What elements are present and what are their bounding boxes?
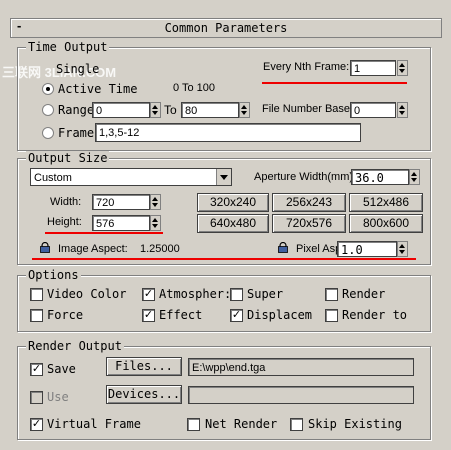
render-output-title: Render Output <box>26 339 124 353</box>
annotation-underline-nth <box>262 82 407 84</box>
annotation-underline-height <box>45 232 163 234</box>
single-label: Single <box>56 62 100 76</box>
virtual-frame-label: Virtual Frame <box>47 417 141 431</box>
chevron-down-icon[interactable] <box>216 169 231 185</box>
aperture-field[interactable]: 36.0 <box>351 169 409 185</box>
active-time-label: Active Time <box>58 82 138 96</box>
file-number-base-field[interactable]: 0 <box>350 102 396 118</box>
range-to-field[interactable]: 80 <box>181 102 239 118</box>
use-label: Use <box>47 390 69 404</box>
options-title: Options <box>26 268 81 282</box>
aperture-spinner[interactable] <box>409 169 420 185</box>
option-label: Video Color <box>47 287 127 301</box>
lock-icon[interactable] <box>40 242 50 253</box>
active-time-radio[interactable] <box>42 83 54 95</box>
use-checkbox[interactable] <box>30 391 43 404</box>
skip-existing-label: Skip Existing <box>308 417 402 431</box>
time-output-title: Time Output <box>26 40 110 54</box>
frames-field[interactable]: 1,3,5-12 <box>95 123 361 142</box>
range-to-label: To <box>164 103 177 117</box>
height-spinner[interactable] <box>150 215 161 231</box>
option-label: Super <box>247 287 284 301</box>
width-label: Width: <box>50 196 82 208</box>
aperture-label: Aperture Width(mm): <box>254 171 357 183</box>
every-nth-spinner[interactable] <box>397 60 408 76</box>
save-label: Save <box>47 362 76 376</box>
devices-button[interactable]: Devices... <box>106 385 182 404</box>
height-label: Height: <box>47 216 82 228</box>
preset-640x480-button[interactable]: 640x480 <box>197 214 269 233</box>
rollout-title: Common Parameters <box>164 21 288 35</box>
preset-720x576-button[interactable]: 720x576 <box>272 214 346 233</box>
range-to-spinner[interactable] <box>239 102 250 118</box>
image-aspect-label: Image Aspect: <box>58 243 128 255</box>
preset-256x243-button[interactable]: 256x243 <box>272 193 346 212</box>
preset-value: Custom <box>34 172 72 184</box>
option-label: Render <box>342 287 386 301</box>
preset-512x486-button[interactable]: 512x486 <box>349 193 423 212</box>
lock-icon[interactable] <box>278 242 288 253</box>
option-checkbox[interactable] <box>325 309 338 322</box>
range-from-field[interactable]: 0 <box>92 102 150 118</box>
option-label: Render to <box>342 308 408 322</box>
image-aspect-value: 1.25000 <box>140 243 180 255</box>
option-label: Displacem <box>247 308 313 322</box>
option-checkbox[interactable] <box>325 288 338 301</box>
option-label: Force <box>47 308 84 322</box>
option-checkbox[interactable]: ✓ <box>142 288 155 301</box>
output-size-title: Output Size <box>26 151 110 165</box>
file-number-base-spinner[interactable] <box>397 102 408 118</box>
virtual-frame-checkbox[interactable]: ✓ <box>30 418 43 431</box>
save-checkbox[interactable]: ✓ <box>30 363 43 376</box>
files-button[interactable]: Files... <box>106 357 182 376</box>
preset-800x600-button[interactable]: 800x600 <box>349 214 423 233</box>
every-nth-field[interactable]: 1 <box>350 60 396 76</box>
options-group: Options <box>17 268 431 332</box>
width-field[interactable]: 720 <box>92 194 150 210</box>
option-checkbox[interactable] <box>30 309 43 322</box>
active-time-range: 0 To 100 <box>173 82 216 94</box>
option-checkbox[interactable]: ✓ <box>142 309 155 322</box>
device-field <box>188 386 414 404</box>
frames-radio[interactable] <box>42 127 54 139</box>
rollout-header[interactable]: - Common Parameters <box>10 18 442 38</box>
skip-existing-checkbox[interactable] <box>290 418 303 431</box>
every-nth-label: Every Nth Frame: <box>263 61 350 73</box>
option-checkbox[interactable]: ✓ <box>230 309 243 322</box>
height-field[interactable]: 576 <box>92 215 150 231</box>
option-checkbox[interactable] <box>230 288 243 301</box>
net-render-label: Net Render <box>205 417 278 431</box>
output-size-preset-select[interactable]: Custom <box>30 168 232 186</box>
width-spinner[interactable] <box>150 194 161 210</box>
range-from-spinner[interactable] <box>150 102 161 118</box>
preset-320x240-button[interactable]: 320x240 <box>197 193 269 212</box>
range-radio[interactable] <box>42 104 54 116</box>
file-path-field: E:\wpp\end.tga <box>188 358 414 376</box>
option-label: Effect <box>159 308 203 322</box>
option-label: Atmospher: <box>159 287 232 301</box>
file-number-base-label: File Number Base: <box>262 103 354 115</box>
net-render-checkbox[interactable] <box>187 418 200 431</box>
annotation-underline-aspect <box>32 258 416 260</box>
option-checkbox[interactable] <box>30 288 43 301</box>
pixel-aspect-field[interactable]: 1.0 <box>337 241 397 257</box>
pixel-aspect-spinner[interactable] <box>397 241 408 257</box>
